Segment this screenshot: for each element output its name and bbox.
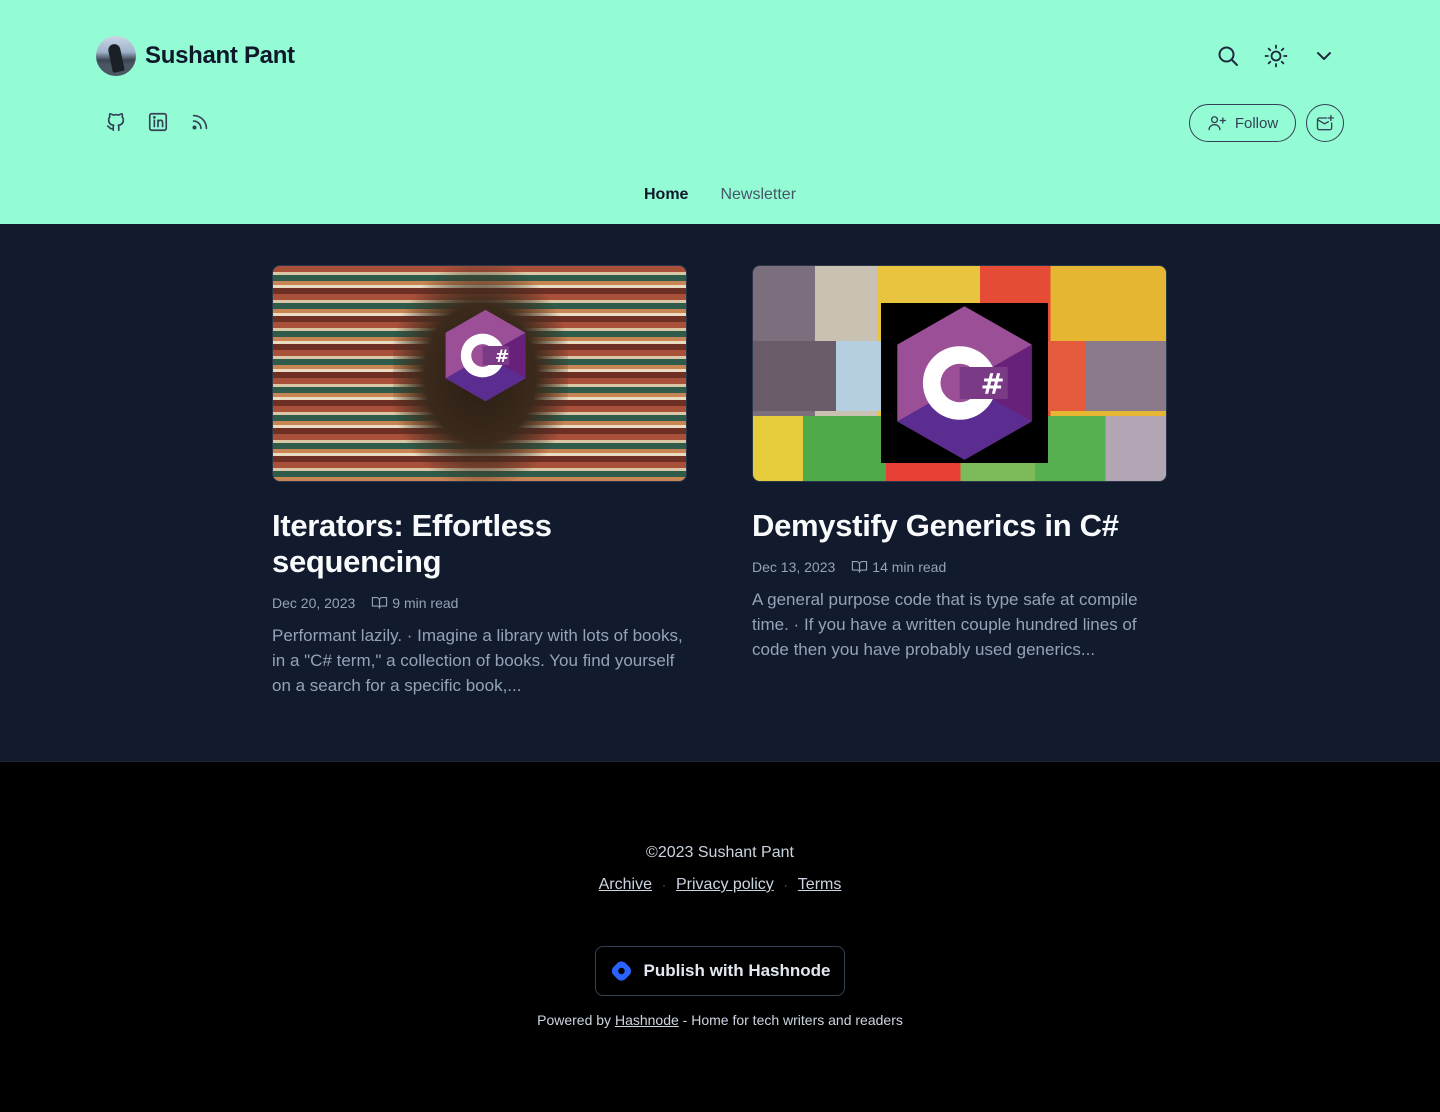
github-icon[interactable] <box>96 102 136 142</box>
post-date: Dec 20, 2023 <box>272 594 356 611</box>
nav-newsletter[interactable]: Newsletter <box>720 186 796 204</box>
book-open-icon <box>852 560 868 573</box>
csharp-logo: # <box>881 303 1048 463</box>
nav-home[interactable]: Home <box>644 186 688 204</box>
post-cover-image[interactable]: # <box>272 265 687 482</box>
publish-label: Publish with Hashnode <box>643 961 831 980</box>
post-title[interactable]: Demystify Generics in C# <box>752 508 1167 544</box>
post-feed: # Iterators: Effortless sequencing Dec 2… <box>0 224 1440 762</box>
post-brief[interactable]: A general purpose code that is type safe… <box>752 587 1167 662</box>
post-card[interactable]: # Iterators: Effortless sequencing Dec 2… <box>272 265 687 698</box>
hashnode-link[interactable]: Hashnode <box>615 1012 679 1028</box>
book-open-icon <box>372 596 388 609</box>
post-meta: Dec 13, 2023 14 min read <box>752 558 1167 575</box>
user-plus-icon <box>1208 116 1226 131</box>
separator-dot: · <box>661 878 666 892</box>
post-date: Dec 13, 2023 <box>752 558 836 575</box>
newsletter-subscribe-button[interactable] <box>1306 104 1344 142</box>
search-icon[interactable] <box>1208 36 1248 76</box>
mail-plus-icon <box>1316 114 1334 131</box>
post-meta: Dec 20, 2023 9 min read <box>272 594 687 611</box>
chevron-down-icon[interactable] <box>1304 36 1344 76</box>
svg-text:#: # <box>981 367 1005 401</box>
footer-link-privacy[interactable]: Privacy policy <box>676 876 774 894</box>
header-actions <box>1208 36 1344 76</box>
blog-header: Sushant Pant Follow Home Newsletter <box>0 0 1440 224</box>
hashnode-logo-icon <box>612 961 632 981</box>
footer-link-archive[interactable]: Archive <box>599 876 652 894</box>
read-time: 14 min read <box>872 558 947 575</box>
follow-button[interactable]: Follow <box>1189 104 1296 142</box>
follow-label: Follow <box>1234 114 1279 132</box>
post-cover-image[interactable]: # <box>752 265 1167 482</box>
footer-link-terms[interactable]: Terms <box>798 876 842 894</box>
blog-nav: Home Newsletter <box>0 186 1440 204</box>
rss-icon[interactable] <box>180 102 220 142</box>
post-card[interactable]: # Demystify Generics in C# Dec 13, 2023 … <box>752 265 1167 662</box>
post-brief[interactable]: Performant lazily. · Imagine a library w… <box>272 623 687 698</box>
powered-by-text: Powered by Hashnode - Home for tech writ… <box>0 1012 1440 1028</box>
read-time: 9 min read <box>392 594 459 611</box>
powered-prefix: Powered by <box>537 1012 612 1028</box>
sun-icon[interactable] <box>1256 36 1296 76</box>
blog-title[interactable]: Sushant Pant <box>145 42 295 70</box>
separator-dot: · <box>783 878 788 892</box>
post-title[interactable]: Iterators: Effortless sequencing <box>272 508 687 580</box>
footer-links: Archive · Privacy policy · Terms <box>0 876 1440 894</box>
powered-suffix: - Home for tech writers and readers <box>682 1012 903 1028</box>
csharp-logo: # <box>438 308 533 403</box>
author-avatar[interactable] <box>96 36 136 76</box>
svg-text:#: # <box>495 347 509 367</box>
social-links <box>96 102 220 142</box>
blog-brand[interactable]: Sushant Pant <box>96 36 295 76</box>
publish-with-hashnode-button[interactable]: Publish with Hashnode <box>595 946 845 996</box>
copyright-text: ©2023 Sushant Pant <box>646 844 794 861</box>
blog-footer: ©2023 Sushant Pant Archive · Privacy pol… <box>0 762 1440 1112</box>
linkedin-icon[interactable] <box>138 102 178 142</box>
follow-actions: Follow <box>1189 104 1344 142</box>
